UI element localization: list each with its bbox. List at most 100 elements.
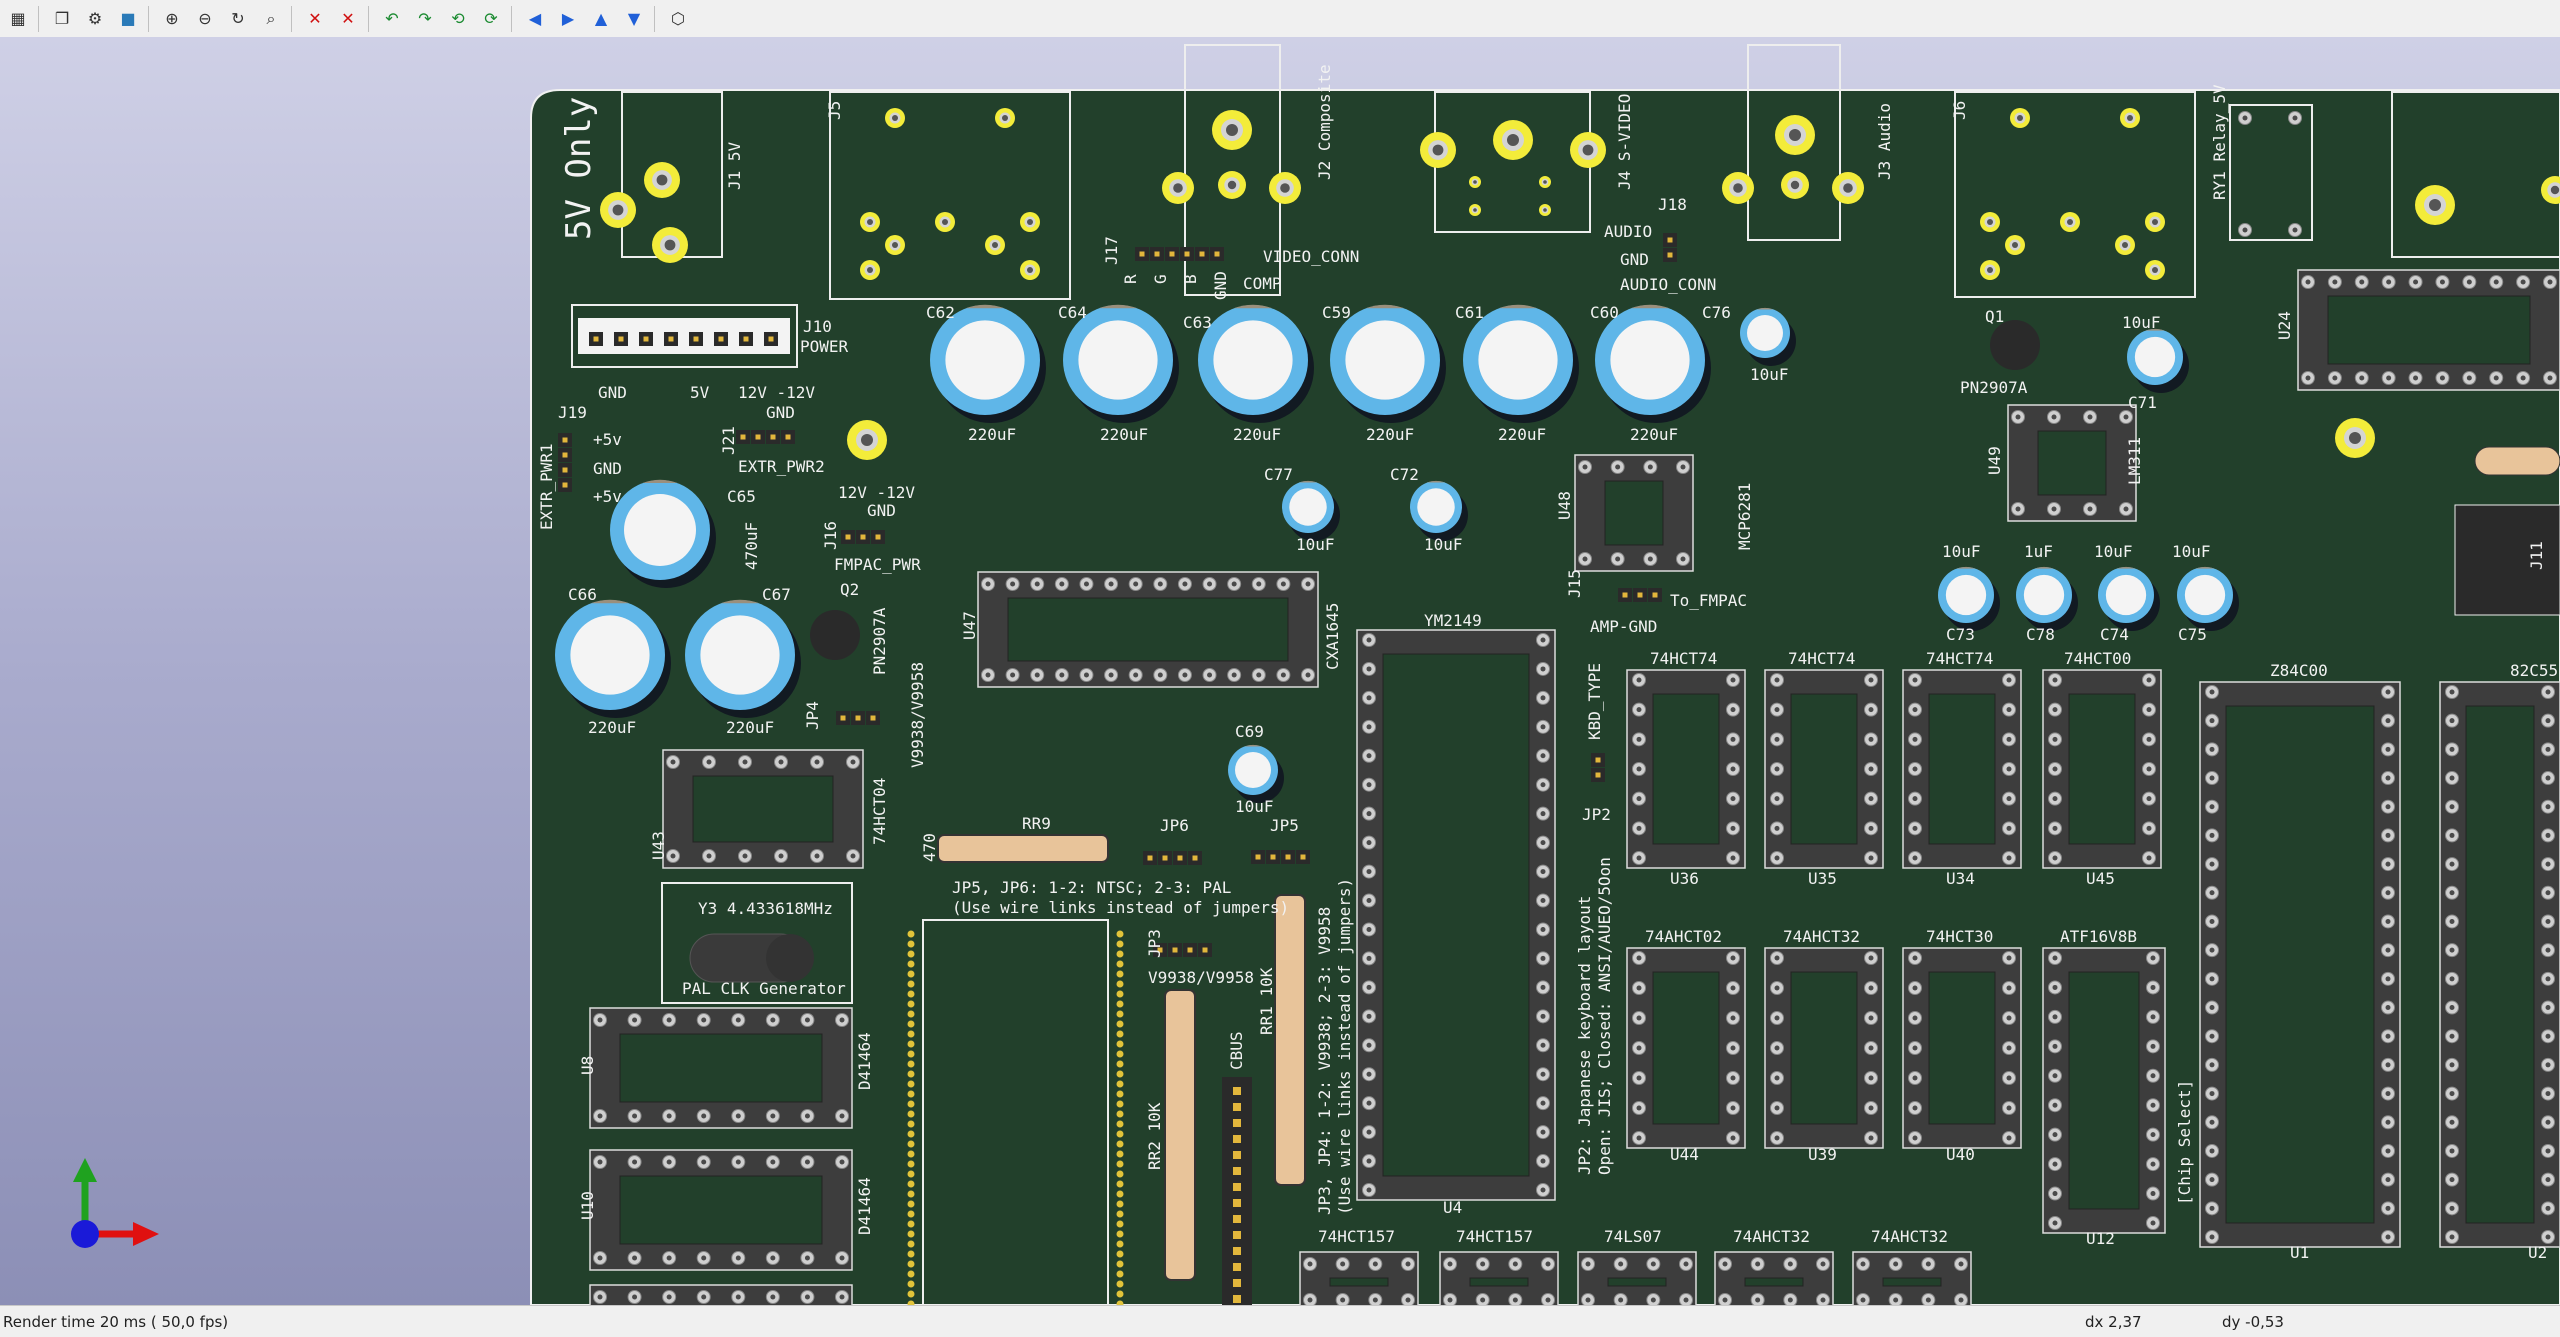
silk-label: J10: [803, 317, 832, 336]
pin-hole: [2439, 375, 2445, 381]
pin-hole: [1366, 955, 1372, 961]
pin-hole: [2209, 775, 2215, 781]
cbus-pin: [1233, 1119, 1241, 1127]
u49-socket: [2007, 404, 2137, 522]
pin-hole: [1820, 1297, 1826, 1303]
pin-hole: [1540, 1129, 1546, 1135]
pin-hole: [2385, 1119, 2391, 1125]
pin-hole: [2545, 1205, 2551, 1211]
rotate-y-icon[interactable]: ↶: [377, 4, 407, 34]
pin-hole: [1366, 926, 1372, 932]
silk-label: 10uF: [1235, 797, 1274, 816]
pin-hole: [839, 1113, 845, 1119]
zoom-out-icon[interactable]: ⊖: [190, 4, 220, 34]
cap-top: [2023, 574, 2065, 616]
pin-hole: [701, 1113, 707, 1119]
rail-pin: [907, 1000, 915, 1008]
silk-label: 74AHCT32: [1733, 1227, 1810, 1246]
pin-hole: [2209, 1005, 2215, 1011]
header-pin: [1622, 592, 1628, 598]
redraw-icon[interactable]: ↻: [223, 4, 253, 34]
pin-hole: [2545, 890, 2551, 896]
pin-hole: [2123, 506, 2129, 512]
pin-hole: [1868, 825, 1874, 831]
pin-hole: [1083, 672, 1089, 678]
pin-hole: [1730, 1135, 1736, 1141]
pin-hole: [1540, 869, 1546, 875]
3d-viewport[interactable]: J5 J1 5V J2 Composite J4 S-VIDEO J3 Audio J6 R…: [0, 37, 2560, 1305]
header-pin: [1139, 251, 1145, 257]
pin-hole: [2547, 279, 2553, 285]
ortho-view-icon[interactable]: ⬡: [663, 4, 693, 34]
pin-hole: [2051, 414, 2057, 420]
3d-cube-icon[interactable]: ■: [113, 4, 143, 34]
pin-hole: [1912, 1045, 1918, 1051]
pin-hole: [2545, 976, 2551, 982]
drill-center: [1002, 115, 1008, 121]
rail-pin: [1116, 950, 1124, 958]
silk-label: RR9: [1022, 814, 1051, 833]
header-pin: [718, 336, 724, 342]
move-down-icon[interactable]: ▼: [619, 4, 649, 34]
settings-icon[interactable]: ⚙: [80, 4, 110, 34]
pin-hole: [1366, 724, 1372, 730]
move-right-icon[interactable]: ▶: [553, 4, 583, 34]
pin-hole: [2006, 1015, 2012, 1021]
rail-pin: [1116, 1080, 1124, 1088]
pin-hole: [2292, 227, 2298, 233]
pin-hole: [770, 1159, 776, 1165]
pin-hole: [2545, 1005, 2551, 1011]
flip-x-reverse-icon[interactable]: ✕: [333, 4, 363, 34]
silk-label: R: [1121, 274, 1140, 284]
layers-icon[interactable]: ❐: [47, 4, 77, 34]
pin-hole: [1730, 1015, 1736, 1021]
rail-pin: [907, 960, 915, 968]
pin-hole: [666, 1017, 672, 1023]
cap-top: [1747, 315, 1783, 351]
board-view-icon[interactable]: ▦: [3, 4, 33, 34]
pin-hole: [2449, 804, 2455, 810]
pin-hole: [1958, 1261, 1964, 1267]
pin-hole: [706, 759, 712, 765]
pin-hole: [2150, 1043, 2156, 1049]
ic-14pin-socket: [2042, 669, 2162, 869]
rail-pin: [907, 1150, 915, 1158]
rotate-y-reverse-icon[interactable]: ↷: [410, 4, 440, 34]
pin-hole: [2385, 689, 2391, 695]
pin-hole: [1372, 1261, 1378, 1267]
drill-center: [1543, 208, 1547, 212]
pin-hole: [804, 1294, 810, 1300]
pin-hole: [1372, 1297, 1378, 1303]
rotate-z-icon[interactable]: ⟲: [443, 4, 473, 34]
silk-label: 10uF: [2172, 542, 2211, 561]
rail-pin: [907, 1260, 915, 1268]
silk-label: RR1 10K: [1257, 967, 1276, 1035]
pin-hole: [1774, 1105, 1780, 1111]
pin-hole: [2052, 736, 2058, 742]
pin-hole: [1366, 1129, 1372, 1135]
pin-hole: [1480, 1261, 1486, 1267]
rail-pin: [907, 1110, 915, 1118]
pin-hole: [1615, 556, 1621, 562]
move-up-icon[interactable]: ▲: [586, 4, 616, 34]
silk-label: JP2: Japanese keyboard layout: [1575, 896, 1594, 1175]
pin-hole: [1182, 672, 1188, 678]
pin-hole: [1636, 736, 1642, 742]
silk-label: D41464: [855, 1032, 874, 1090]
pin-hole: [2209, 918, 2215, 924]
zoom-in-icon[interactable]: ⊕: [157, 4, 187, 34]
rotate-z-reverse-icon[interactable]: ⟳: [476, 4, 506, 34]
pin-hole: [2006, 736, 2012, 742]
flip-x-icon[interactable]: ✕: [300, 4, 330, 34]
zoom-fit-icon[interactable]: ⌕: [256, 4, 286, 34]
header-pin: [1172, 947, 1178, 953]
pin-hole: [2150, 1220, 2156, 1226]
pin-hole: [2006, 985, 2012, 991]
drill-center: [1432, 144, 1444, 156]
socket-window: [1604, 480, 1664, 546]
pin-hole: [770, 1255, 776, 1261]
socket-window: [1329, 1277, 1389, 1287]
silk-label: GND: [1620, 250, 1649, 269]
move-left-icon[interactable]: ◀: [520, 4, 550, 34]
rail-pin: [1116, 1250, 1124, 1258]
